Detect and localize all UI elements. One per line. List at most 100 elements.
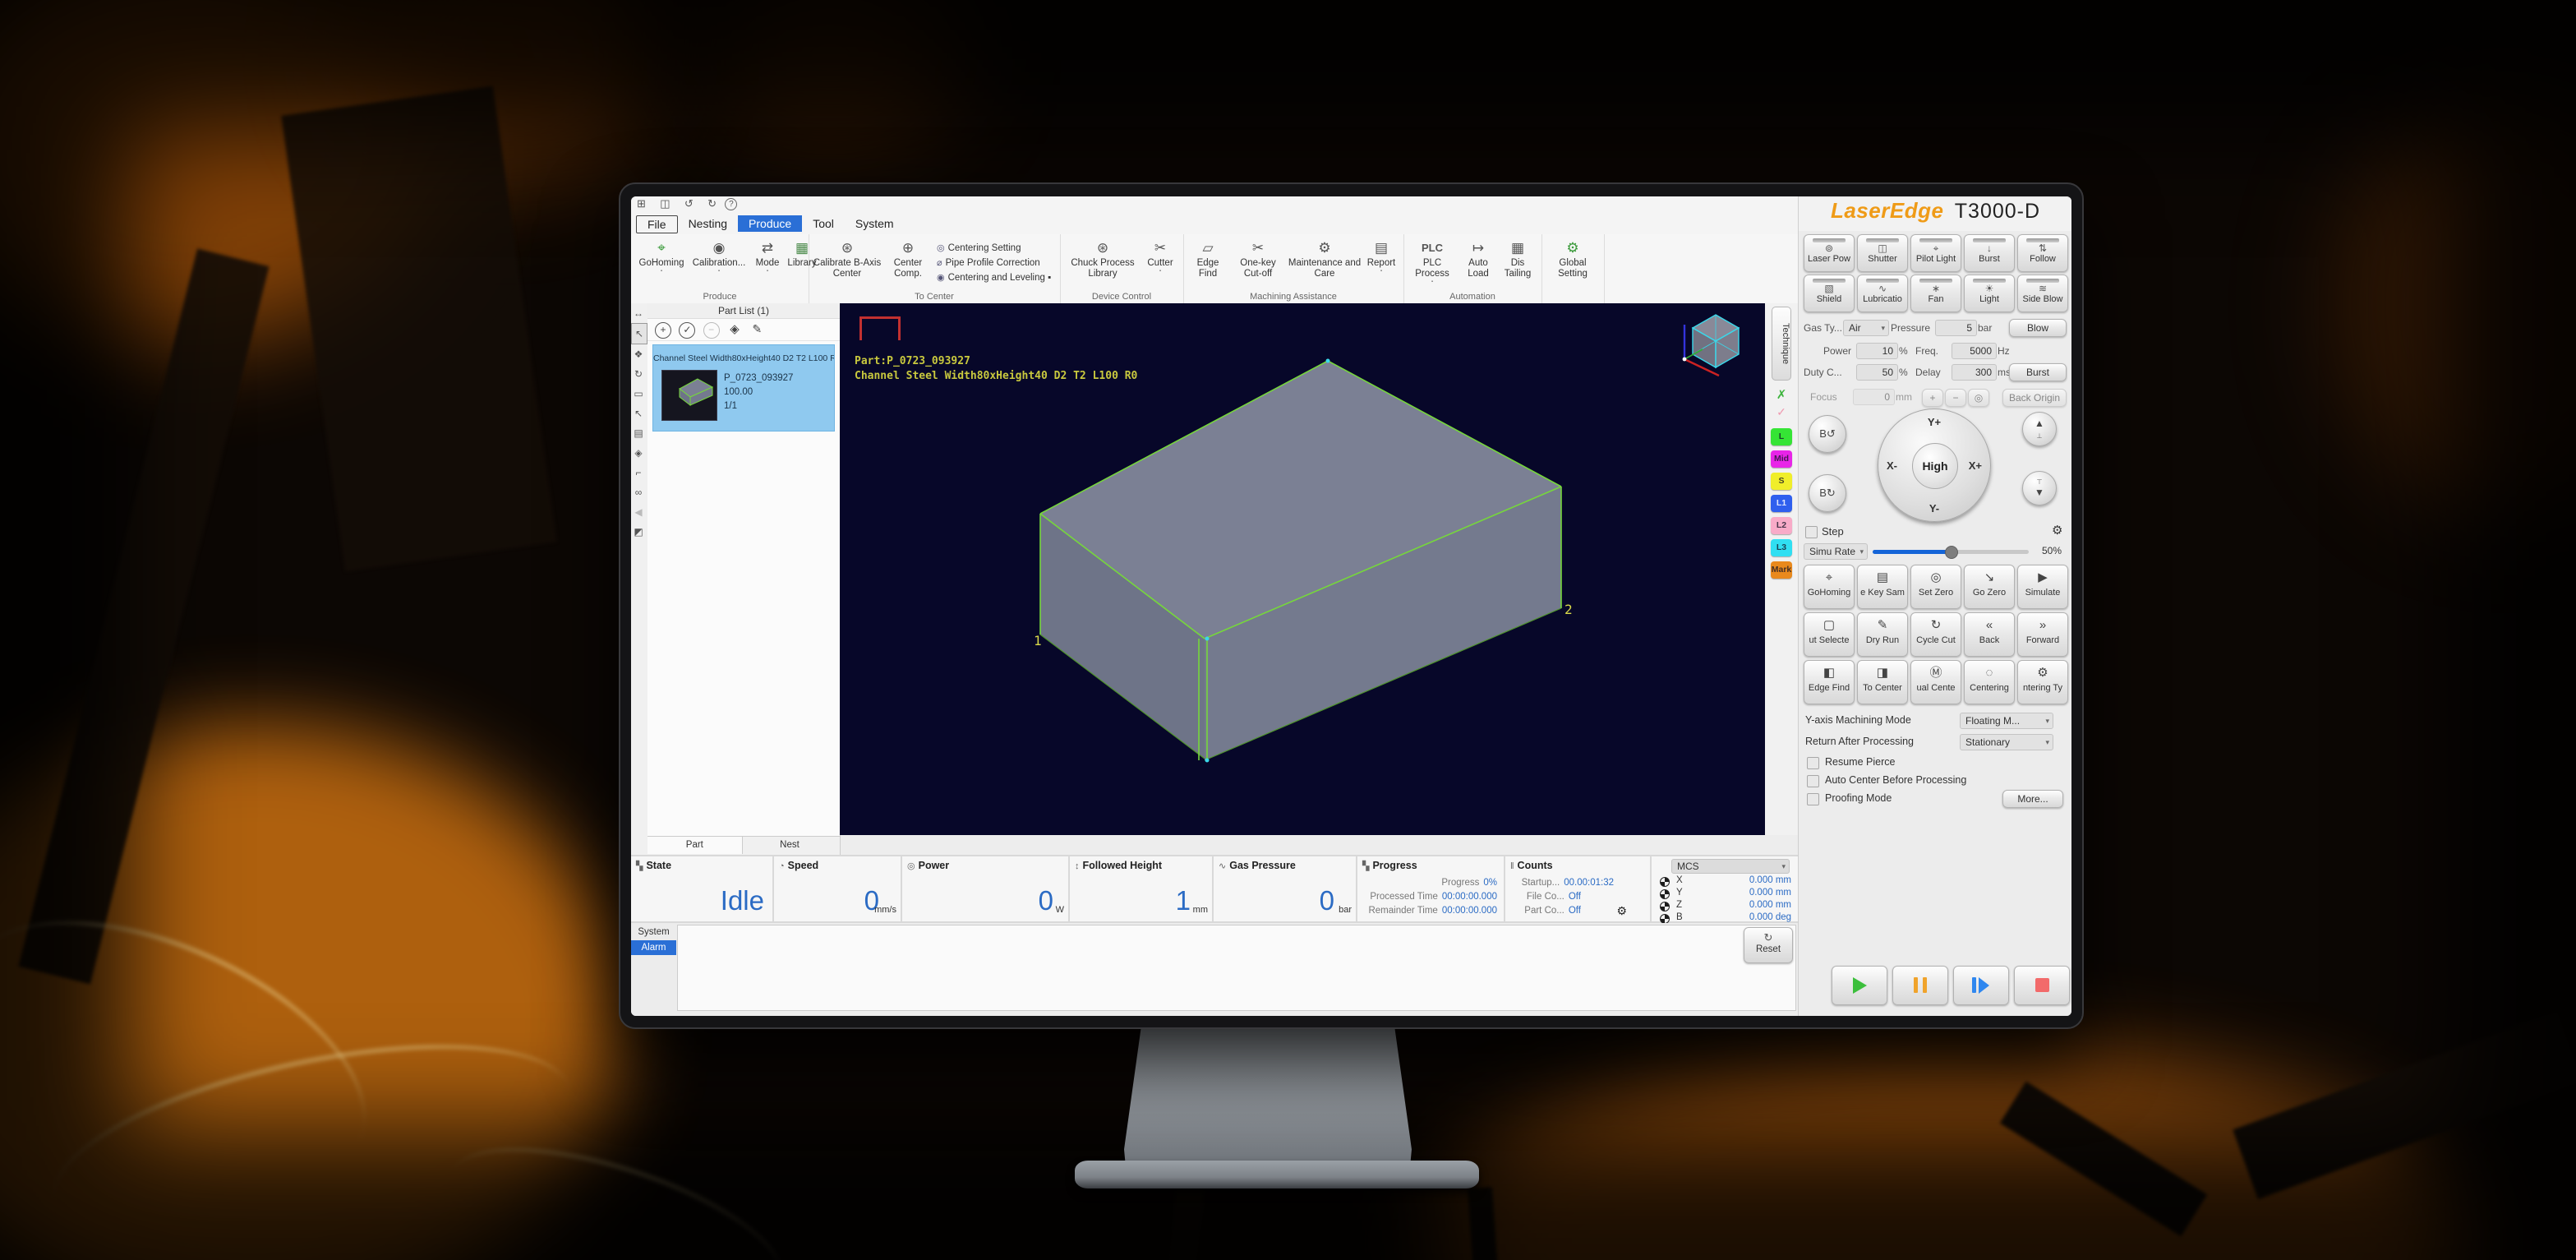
lubrication-button[interactable]: ∿Lubricatio (1857, 275, 1908, 312)
new-file-icon[interactable]: ⊞ (637, 197, 646, 210)
view-3d-icon[interactable]: ◈ (631, 443, 646, 463)
calibration-button[interactable]: ◉ Calibration... ▪ (689, 239, 749, 274)
check-part-icon[interactable]: ✓ (679, 322, 695, 339)
technique-check-icon[interactable]: ✓ (1765, 405, 1798, 423)
simu-rate-track[interactable] (1873, 550, 2029, 554)
fill-tool-icon[interactable]: ◩ (631, 522, 646, 542)
simu-rate-thumb[interactable] (1945, 546, 1958, 559)
centering-leveling-button[interactable]: ◉Centering and Leveling ▪ (937, 272, 1051, 283)
step-checkbox[interactable] (1805, 526, 1818, 538)
layer-chip-l2[interactable]: L2 (1771, 517, 1792, 534)
duty-input[interactable]: 50 (1856, 364, 1898, 381)
tab-alarm-log[interactable]: Alarm (631, 940, 676, 955)
auto-center-checkbox[interactable] (1807, 775, 1819, 787)
undo-icon[interactable]: ↺ (684, 197, 694, 210)
shield-button[interactable]: ▧Shield (1804, 275, 1855, 312)
centering-button[interactable]: ◌Centering (1964, 660, 2015, 704)
jog-y-minus-button[interactable]: Y- (1878, 502, 1990, 515)
delay-input[interactable]: 300 (1952, 364, 1997, 381)
jog-speed-high-button[interactable]: High (1912, 443, 1958, 489)
part-list-item[interactable]: Channel Steel Width80xHeight40 D2 T2 L10… (652, 344, 835, 432)
centering-setting-button[interactable]: ◎Centering Setting (937, 242, 1021, 253)
b-axis-cw-button[interactable]: B↻ (1809, 474, 1846, 512)
menu-file[interactable]: File (636, 215, 678, 233)
dry-run-button[interactable]: ✎Dry Run (1857, 612, 1908, 657)
log-content[interactable] (677, 925, 1796, 1011)
tab-nest[interactable]: Nest (743, 837, 837, 854)
technique-tab[interactable]: Technique (1772, 307, 1791, 381)
forward-button[interactable]: »Forward (2017, 612, 2068, 657)
navigation-cube[interactable] (1676, 310, 1752, 379)
y-axis-mode-select[interactable]: Floating M...▾ (1960, 713, 2053, 729)
cut-selected-button[interactable]: ▢ut Selecte (1804, 612, 1855, 657)
pipe-profile-correction-button[interactable]: ⌀Pipe Profile Correction (937, 257, 1040, 268)
layer-chip-s[interactable]: S (1771, 473, 1792, 490)
collapse-panel-icon[interactable]: ↔ (631, 303, 646, 323)
back-button[interactable]: «Back (1964, 612, 2015, 657)
dis-tailing-button[interactable]: ▦ Dis Tailing (1497, 239, 1538, 279)
link-tool-icon[interactable]: ∞ (631, 482, 646, 502)
select-tool-icon[interactable]: ↖ (631, 323, 647, 344)
z-down-button[interactable]: ⊤▼ (2022, 471, 2057, 505)
pause-button[interactable] (1892, 966, 1948, 1005)
cycle-cut-button[interactable]: ↻Cycle Cut (1910, 612, 1961, 657)
layer-chip-l1[interactable]: L1 (1771, 495, 1792, 512)
counts-gear-icon[interactable]: ⚙ (1616, 904, 1627, 918)
layer-chip-l[interactable]: L (1771, 428, 1792, 445)
one-key-sample-button[interactable]: ▤e Key Sam (1857, 565, 1908, 609)
help-icon[interactable]: ? (725, 198, 737, 210)
freq-input[interactable]: 5000 (1952, 343, 1997, 359)
speaker-tool-icon[interactable]: ◀ (631, 502, 646, 522)
jog-settings-gear-icon[interactable]: ⚙ (2052, 523, 2062, 538)
simu-rate-select[interactable]: Simu Rate▾ (1804, 543, 1868, 560)
laser-power-button[interactable]: ⊚Laser Pow (1804, 234, 1855, 272)
technique-close-icon[interactable]: ✗ (1765, 387, 1798, 405)
edge-find-button[interactable]: ▱ Edge Find (1187, 239, 1229, 279)
focus-input[interactable]: 0 (1853, 389, 1895, 405)
stop-button[interactable] (2014, 966, 2070, 1005)
burst-button[interactable]: ↓Burst (1964, 234, 2015, 272)
focus-center-button[interactable]: ◎ (1968, 389, 1989, 407)
tab-system-log[interactable]: System (631, 925, 676, 939)
start-button[interactable] (1832, 966, 1887, 1005)
light-button[interactable]: ☀Light (1964, 275, 2015, 312)
tab-part[interactable]: Part (647, 837, 743, 854)
layer-chip-l3[interactable]: L3 (1771, 539, 1792, 556)
gohoming-action-button[interactable]: ⌖GoHoming (1804, 565, 1855, 609)
go-zero-button[interactable]: ↘Go Zero (1964, 565, 2015, 609)
corner-tool-icon[interactable]: ⌐ (631, 463, 646, 482)
save-icon[interactable]: ◫ (660, 197, 670, 210)
resume-button[interactable] (1953, 966, 2009, 1005)
jog-x-minus-button[interactable]: X- (1887, 459, 1897, 472)
return-after-select[interactable]: Stationary▾ (1960, 734, 2053, 750)
parts-3d-icon[interactable]: ◈ (727, 322, 742, 337)
coordinate-system-select[interactable]: MCS▾ (1671, 859, 1790, 874)
gohoming-button[interactable]: ⌖ GoHoming ▪ (636, 239, 687, 274)
power-input[interactable]: 10 (1856, 343, 1898, 359)
focus-plus-button[interactable]: + (1922, 389, 1943, 407)
jog-x-plus-button[interactable]: X+ (1969, 459, 1982, 472)
centering-type-button[interactable]: ⚙ntering Ty (2017, 660, 2068, 704)
cutter-button[interactable]: ✂ Cutter ▪ (1142, 239, 1178, 274)
global-setting-button[interactable]: ⚙ Global Setting (1548, 239, 1597, 279)
layer-chip-mid[interactable]: Mid (1771, 450, 1792, 468)
viewport-3d[interactable]: Part:P_0723_093927 Channel Steel Width80… (840, 303, 1765, 835)
pressure-input[interactable]: 5 (1935, 320, 1977, 336)
remove-part-icon[interactable]: − (703, 322, 720, 339)
focus-minus-button[interactable]: − (1945, 389, 1966, 407)
jog-y-plus-button[interactable]: Y+ (1878, 416, 1990, 428)
menu-system[interactable]: System (845, 215, 905, 232)
pilot-light-button[interactable]: ⌖Pilot Light (1910, 234, 1961, 272)
center-comp-button[interactable]: ⊕ Center Comp. (884, 239, 932, 279)
back-origin-button[interactable]: Back Origin (2002, 389, 2067, 407)
z-up-button[interactable]: ▲⊥ (2022, 412, 2057, 446)
b-axis-ccw-button[interactable]: B↺ (1809, 415, 1846, 453)
resume-pierce-checkbox[interactable] (1807, 757, 1819, 769)
edit-part-icon[interactable]: ✎ (749, 322, 764, 337)
proofing-mode-checkbox[interactable] (1807, 793, 1819, 805)
reset-button[interactable]: ↻ Reset (1744, 927, 1793, 963)
auto-load-button[interactable]: ↦ Auto Load (1459, 239, 1497, 279)
manual-center-button[interactable]: Ⓜual Cente (1910, 660, 1961, 704)
blow-button[interactable]: Blow (2009, 319, 2067, 337)
pick-tool-icon[interactable]: ↖ (631, 404, 646, 423)
